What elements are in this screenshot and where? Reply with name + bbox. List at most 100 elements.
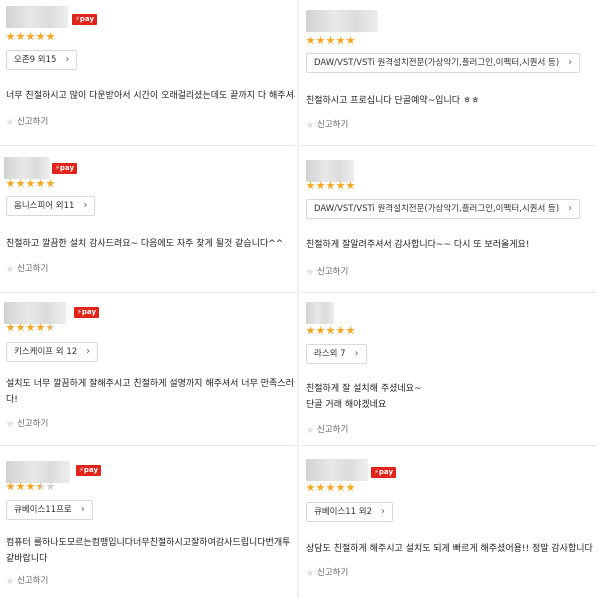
report-button[interactable]: 신고하기	[6, 575, 48, 587]
chevron-right-icon: ›	[381, 506, 386, 517]
option-label: 옴니스피어 외11	[14, 201, 75, 211]
star-icon	[316, 181, 325, 190]
pay-badge: ⚡pay	[72, 14, 98, 25]
star-icon	[36, 323, 45, 332]
chevron-right-icon: ›	[80, 504, 85, 515]
review-text: 너무 친절하시고 많이 다운받아서 시간이 오래걸리셨는데도 끝까지 다 해주셔…	[6, 88, 295, 104]
star-rating	[306, 181, 355, 193]
report-button[interactable]: 신고하기	[6, 116, 48, 128]
star-rating	[306, 326, 355, 338]
option-button[interactable]: DAW/VST/VSTi 원격설치전문(가상악기,플러그인,이펙터,시퀀서 등)…	[306, 53, 581, 73]
reviews-column-right: DAW/VST/VSTi 원격설치전문(가상악기,플러그인,이펙터,시퀀서 등)…	[301, 0, 596, 598]
option-label: 오존9 외15	[14, 55, 57, 65]
star-icon	[336, 36, 345, 45]
star-icon	[326, 326, 335, 335]
review-text-line: 친절하게 잘 설치해 주셨네요~	[306, 384, 422, 394]
star-icon	[6, 323, 15, 332]
divider	[0, 145, 295, 146]
review-card: 라스외 7 › 친절하게 잘 설치해 주셨네요~ 단골 거래 해야겠네요 신고하기	[301, 294, 596, 446]
option-button[interactable]: 키스케이프 외 12 ›	[6, 342, 99, 362]
report-button[interactable]: 신고하기	[306, 266, 348, 278]
option-button[interactable]: 오존9 외15 ›	[6, 50, 78, 70]
chevron-right-icon: ›	[83, 200, 88, 211]
star-icon	[6, 482, 15, 491]
star-icon	[46, 323, 55, 332]
star-icon	[6, 179, 15, 188]
review-text: 상담도 친절하게 해주시고 설치도 되게 빠르게 해주셨어용!! 정말 감사합니…	[306, 541, 596, 557]
review-card: ⚡pay 큐베이스11 외2 › 상담도 친절하게 해주시고 설치도 되게 빠르게…	[301, 447, 596, 598]
star-icon	[6, 577, 14, 585]
reviewer-name-blurred	[4, 302, 66, 324]
report-label: 신고하기	[17, 419, 49, 429]
star-icon	[306, 268, 314, 276]
report-label: 신고하기	[317, 568, 349, 578]
pay-badge: ⚡pay	[76, 465, 102, 476]
option-button[interactable]: DAW/VST/VSTi 원격설치전문(가상악기,플러그인,이펙터,시퀀서 등)…	[306, 199, 581, 219]
review-card: ⚡pay 큐베이스11프로 › 컴퓨터 를하나도모르는컴맹입니다너무친절하시고잘하…	[0, 447, 295, 598]
reviewer-name-blurred	[306, 10, 378, 32]
report-label: 신고하기	[17, 576, 49, 586]
report-label: 신고하기	[317, 120, 349, 130]
review-text-line: 친절하고 깔끔한 설치 감사드려요~ 다음에도 자주 찾게 될것 같습니다^^	[6, 239, 284, 249]
review-text-line: 같바랍니다	[6, 554, 48, 564]
review-card: ⚡pay 키스케이프 외 12 › 설치도 너무 깔끔하게 잘해주시고 친절하게 …	[0, 294, 295, 446]
star-icon	[46, 482, 55, 491]
review-text-line: 너무 친절하시고 많이 다운받아서 시간이 오래걸리셨는데도 끝까지 다 해주셔…	[6, 91, 295, 101]
star-icon	[316, 326, 325, 335]
star-icon	[6, 420, 14, 428]
reviews-column-left: ⚡pay 오존9 외15 › 너무 친절하시고 많이 다운받아서 시간이 오래걸리…	[0, 0, 295, 598]
review-text: 친절하게 잘알려주셔서 감사합니다~~ 다시 또 보러올게요!	[306, 237, 596, 253]
star-icon	[336, 326, 345, 335]
divider	[301, 445, 596, 446]
star-icon	[6, 118, 14, 126]
reviewer-name-blurred	[6, 461, 70, 483]
review-card: DAW/VST/VSTi 원격설치전문(가상악기,플러그인,이펙터,시퀀서 등)…	[301, 0, 596, 146]
star-icon	[306, 121, 314, 129]
star-icon	[16, 323, 25, 332]
star-icon	[36, 482, 45, 491]
reviewer-name-blurred	[306, 459, 368, 481]
option-label: 큐베이스11 외2	[314, 507, 373, 517]
report-label: 신고하기	[317, 267, 349, 277]
review-text: 컴퓨터 를하나도모르는컴맹입니다너무친절하시고잘하여감사드립니다번개투 같바랍니…	[6, 535, 295, 567]
report-button[interactable]: 신고하기	[6, 418, 48, 430]
review-card: ⚡pay 옴니스피어 외11 › 친절하고 깔끔한 설치 감사드려요~ 다음에도 …	[0, 147, 295, 293]
star-rating	[6, 179, 55, 191]
review-text: 설치도 너무 깔끔하게 잘해주시고 친절하게 설명까지 해주셔서 너무 만족스러…	[6, 376, 295, 408]
option-button[interactable]: 라스외 7 ›	[306, 344, 367, 364]
star-icon	[6, 32, 15, 41]
option-button[interactable]: 옴니스피어 외11 ›	[6, 196, 96, 216]
chevron-right-icon: ›	[86, 346, 91, 357]
review-text-line: 친절하시고 프로십니다 단골예약~입니다 ㅎㅎ	[306, 96, 480, 106]
star-icon	[306, 36, 315, 45]
report-button[interactable]: 신고하기	[306, 424, 348, 436]
star-icon	[316, 36, 325, 45]
option-label: 라스외 7	[314, 349, 346, 359]
star-rating	[6, 32, 55, 44]
star-icon	[326, 483, 335, 492]
star-icon	[306, 426, 314, 434]
report-label: 신고하기	[17, 117, 49, 127]
review-text-line: 상담도 친절하게 해주시고 설치도 되게 빠르게 해주셨어용!! 정말 감사합니…	[306, 544, 593, 554]
star-icon	[316, 483, 325, 492]
report-button[interactable]: 신고하기	[6, 263, 48, 275]
star-icon	[306, 569, 314, 577]
star-icon	[346, 36, 355, 45]
review-text: 친절하게 잘 설치해 주셨네요~ 단골 거래 해야겠네요	[306, 381, 596, 413]
report-button[interactable]: 신고하기	[306, 119, 348, 131]
review-text-line: 단골 거래 해야겠네요	[306, 400, 387, 410]
review-text: 친절하고 깔끔한 설치 감사드려요~ 다음에도 자주 찾게 될것 같습니다^^	[6, 236, 295, 252]
option-button[interactable]: 큐베이스11프로 ›	[6, 500, 93, 520]
star-icon	[36, 32, 45, 41]
star-icon	[336, 181, 345, 190]
review-text: 친절하시고 프로십니다 단골예약~입니다 ㅎㅎ	[306, 93, 596, 109]
option-button[interactable]: 큐베이스11 외2 ›	[306, 502, 394, 522]
star-icon	[46, 179, 55, 188]
star-icon	[26, 323, 35, 332]
reviewer-name-blurred	[306, 160, 354, 182]
star-icon	[306, 326, 315, 335]
chevron-right-icon: ›	[354, 348, 359, 359]
reviewer-name-blurred	[6, 6, 68, 28]
report-button[interactable]: 신고하기	[306, 567, 348, 579]
star-icon	[6, 265, 14, 273]
